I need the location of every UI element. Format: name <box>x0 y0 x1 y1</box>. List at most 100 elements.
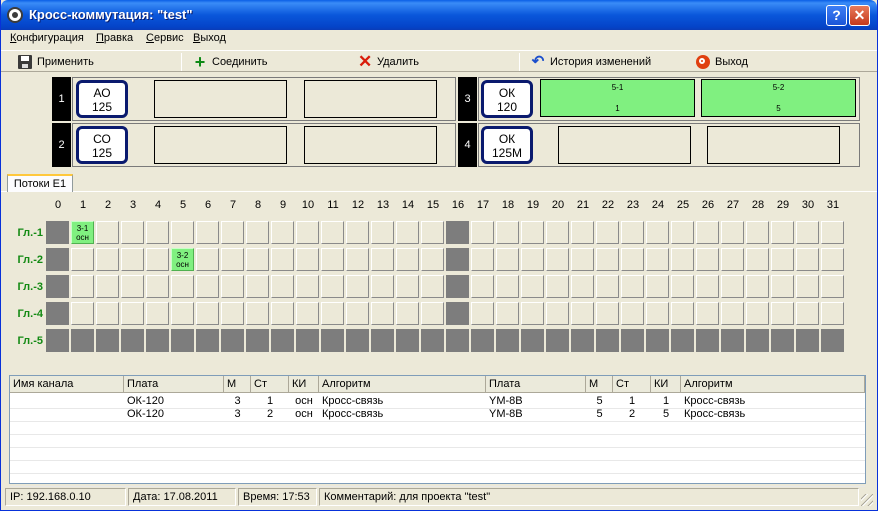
timeslot-cell[interactable] <box>771 248 794 271</box>
timeslot-cell[interactable] <box>171 302 194 325</box>
timeslot-cell[interactable] <box>546 248 569 271</box>
timeslot-cell[interactable] <box>521 275 544 298</box>
timeslot-cell[interactable] <box>121 248 144 271</box>
timeslot-cell[interactable] <box>596 275 619 298</box>
timeslot-cell[interactable] <box>521 248 544 271</box>
timeslot-cell[interactable] <box>596 302 619 325</box>
timeslot-cell[interactable] <box>796 275 819 298</box>
timeslot-cell[interactable] <box>421 275 444 298</box>
timeslot-cell[interactable] <box>346 302 369 325</box>
timeslot-cell[interactable] <box>746 302 769 325</box>
timeslot-cell[interactable] <box>371 221 394 244</box>
timeslot-cell[interactable] <box>471 302 494 325</box>
timeslot-cell[interactable] <box>671 275 694 298</box>
timeslot-cell[interactable] <box>146 302 169 325</box>
port-2-2[interactable] <box>304 126 437 164</box>
timeslot-cell[interactable] <box>346 248 369 271</box>
timeslot-cell[interactable] <box>71 275 94 298</box>
timeslot-cell[interactable] <box>821 248 844 271</box>
timeslot-cell[interactable] <box>546 302 569 325</box>
timeslot-cell[interactable] <box>421 248 444 271</box>
timeslot-cell[interactable] <box>521 302 544 325</box>
timeslot-cell[interactable] <box>196 302 219 325</box>
timeslot-cell[interactable] <box>821 275 844 298</box>
timeslot-cell[interactable] <box>271 221 294 244</box>
timeslot-cell[interactable] <box>721 302 744 325</box>
menu-service[interactable]: Сервис <box>146 32 184 44</box>
timeslot-cell[interactable] <box>271 248 294 271</box>
menu-edit[interactable]: Правка <box>96 32 133 44</box>
timeslot-cell[interactable] <box>346 275 369 298</box>
table-row[interactable]: ОК-120 3 2 осн Кросс-связь YM-8B 5 2 5 Кросс-связ… <box>10 408 865 421</box>
timeslot-cell[interactable] <box>571 302 594 325</box>
exit-button[interactable]: Выход <box>696 54 748 70</box>
timeslot-cell[interactable] <box>421 221 444 244</box>
timeslot-cell[interactable] <box>396 248 419 271</box>
timeslot-cell[interactable] <box>721 248 744 271</box>
timeslot-cell[interactable] <box>571 275 594 298</box>
timeslot-cell[interactable] <box>71 248 94 271</box>
timeslot-cell[interactable] <box>346 221 369 244</box>
timeslot-cell[interactable] <box>496 221 519 244</box>
delete-button[interactable]: ✕ Удалить <box>358 53 419 70</box>
timeslot-cell[interactable] <box>196 221 219 244</box>
close-button[interactable]: ✕ <box>849 5 870 26</box>
timeslot-cell[interactable] <box>396 302 419 325</box>
timeslot-cell[interactable] <box>771 275 794 298</box>
timeslot-cell[interactable] <box>71 302 94 325</box>
timeslot-cell[interactable] <box>321 248 344 271</box>
timeslot-cell[interactable] <box>621 302 644 325</box>
timeslot-cell[interactable] <box>646 302 669 325</box>
timeslot-cell[interactable] <box>396 221 419 244</box>
timeslot-cell[interactable] <box>246 221 269 244</box>
timeslot-cell[interactable] <box>246 275 269 298</box>
column-header[interactable]: Ст <box>613 376 651 393</box>
timeslot-cell[interactable] <box>396 275 419 298</box>
title-bar[interactable]: Кросс-коммутация: "test" ? ✕ <box>1 0 877 30</box>
timeslot-cell[interactable] <box>496 302 519 325</box>
timeslot-cell[interactable] <box>546 221 569 244</box>
timeslot-cell[interactable] <box>296 275 319 298</box>
timeslot-cell[interactable] <box>221 221 244 244</box>
column-header[interactable]: М <box>586 376 613 393</box>
timeslot-cell[interactable] <box>621 248 644 271</box>
column-header[interactable]: Плата <box>486 376 586 393</box>
port-2-1[interactable] <box>154 126 287 164</box>
column-header[interactable]: КИ <box>289 376 319 393</box>
timeslot-cell[interactable] <box>371 302 394 325</box>
timeslot-cell[interactable] <box>196 275 219 298</box>
timeslot-cell[interactable] <box>621 275 644 298</box>
timeslot-cell[interactable] <box>796 302 819 325</box>
timeslot-cell[interactable] <box>271 302 294 325</box>
timeslot-cell[interactable] <box>646 221 669 244</box>
timeslot-cell[interactable] <box>646 275 669 298</box>
port-3-2[interactable]: 5-2 5 <box>701 79 856 117</box>
apply-button[interactable]: Применить <box>18 54 94 70</box>
timeslot-cell[interactable] <box>796 221 819 244</box>
timeslot-cell[interactable] <box>121 302 144 325</box>
port-4-2[interactable] <box>707 126 840 164</box>
timeslot-cell[interactable] <box>771 302 794 325</box>
timeslot-cell[interactable] <box>421 302 444 325</box>
column-header[interactable]: Алгоритм <box>319 376 486 393</box>
timeslot-cell[interactable] <box>221 248 244 271</box>
timeslot-cell[interactable] <box>571 221 594 244</box>
port-1-1[interactable] <box>154 80 287 118</box>
column-header[interactable]: Ст <box>251 376 289 393</box>
timeslot-cell[interactable] <box>546 275 569 298</box>
timeslot-cell[interactable] <box>146 275 169 298</box>
timeslot-cell[interactable] <box>646 248 669 271</box>
timeslot-cell[interactable] <box>296 221 319 244</box>
timeslot-cell[interactable] <box>671 221 694 244</box>
timeslot-cell[interactable] <box>121 221 144 244</box>
timeslot-cell[interactable] <box>471 248 494 271</box>
timeslot-cell[interactable] <box>571 248 594 271</box>
timeslot-cell[interactable] <box>371 275 394 298</box>
menu-exit[interactable]: Выход <box>193 32 226 44</box>
timeslot-cell[interactable] <box>121 275 144 298</box>
timeslot-cell[interactable] <box>796 248 819 271</box>
timeslot-cell[interactable] <box>596 248 619 271</box>
timeslot-cell[interactable] <box>96 248 119 271</box>
card-slot-3[interactable]: ОК 120 <box>481 80 533 118</box>
port-1-2[interactable] <box>304 80 437 118</box>
